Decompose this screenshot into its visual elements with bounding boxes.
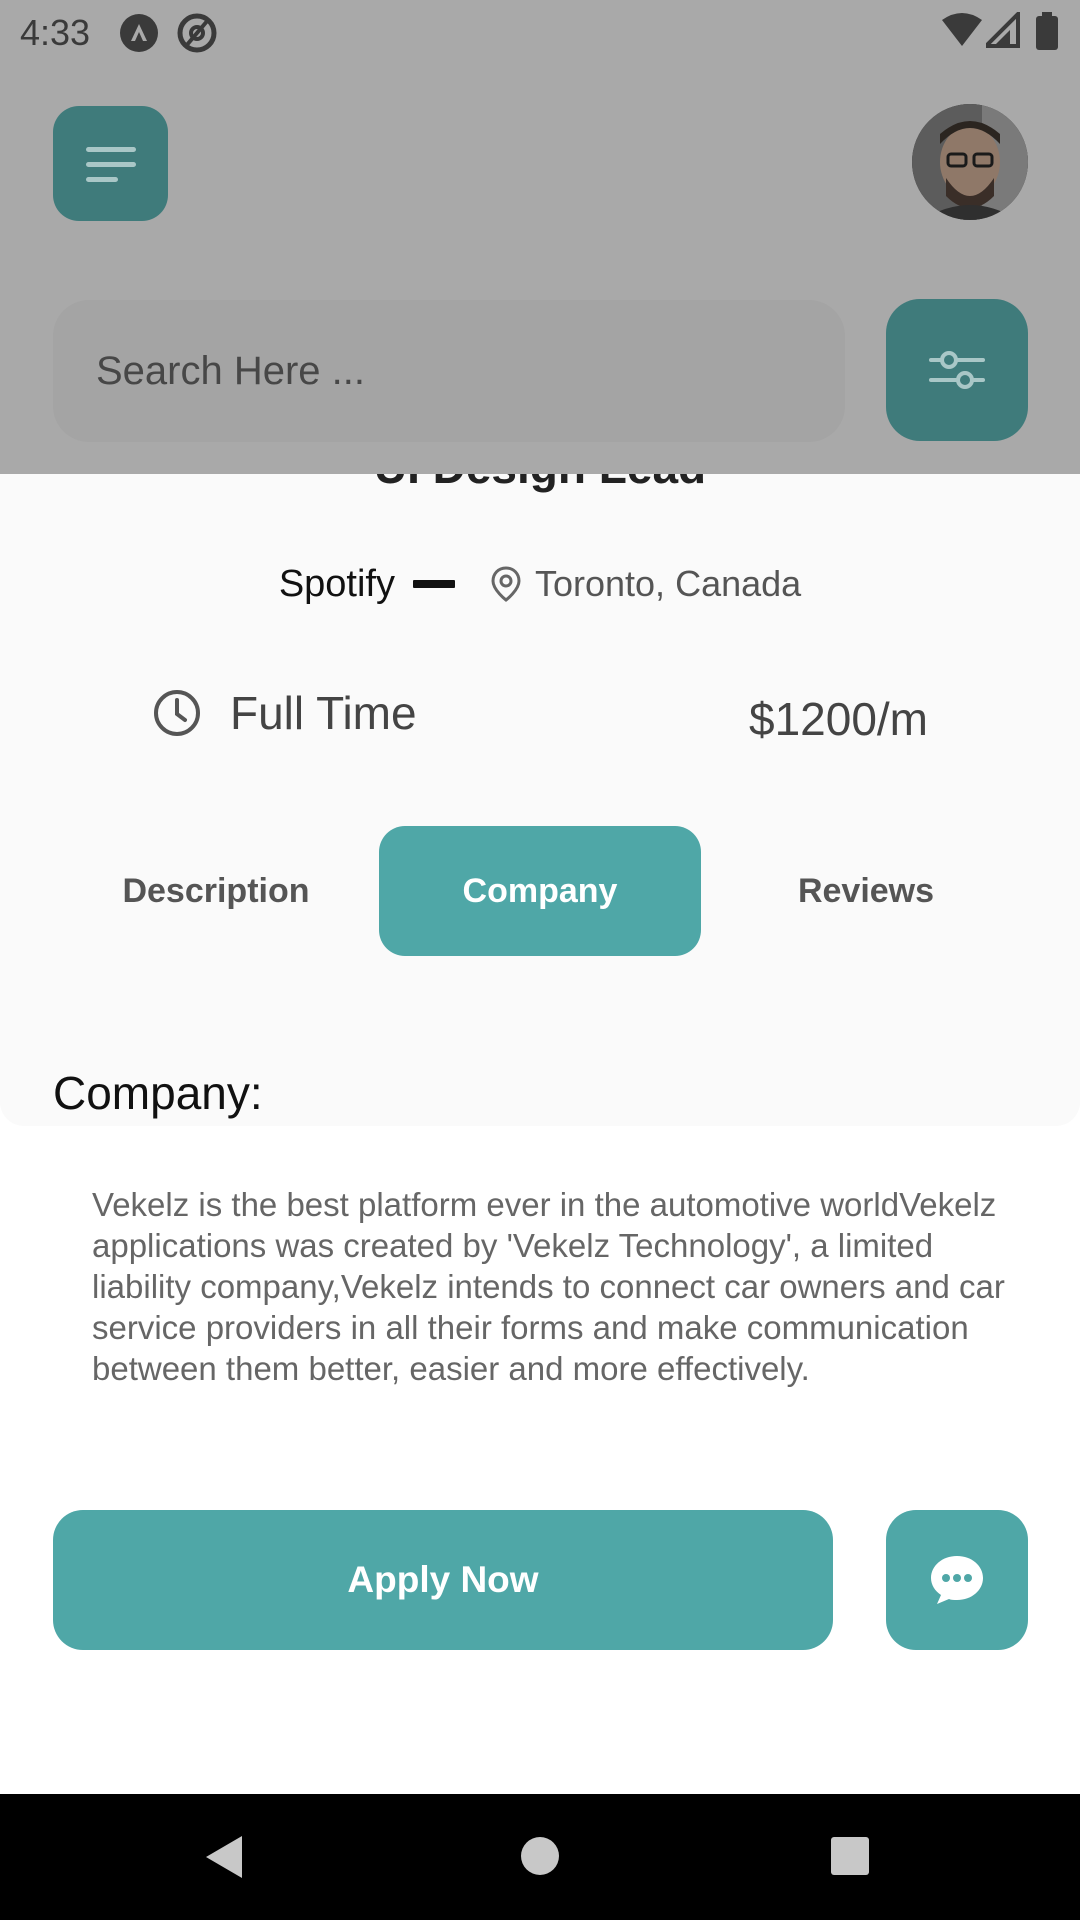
back-icon[interactable] — [204, 1834, 244, 1880]
job-type-label: Full Time — [230, 687, 417, 739]
company-description: Vekelz is the best platform ever in the … — [92, 1186, 1005, 1387]
search-placeholder: Search Here ... — [96, 348, 366, 393]
chat-button[interactable] — [886, 1510, 1028, 1650]
app-notification-icon — [120, 14, 158, 52]
location-pin-icon — [491, 566, 521, 602]
status-bar: 4:33 — [0, 0, 1080, 64]
tab-company[interactable]: Company — [379, 826, 701, 956]
home-icon[interactable] — [520, 1836, 560, 1876]
battery-icon — [1036, 12, 1058, 50]
tab-reviews[interactable]: Reviews — [726, 826, 1006, 956]
signal-icon — [986, 12, 1020, 48]
detail-tabs: Description Company Reviews — [0, 826, 1080, 956]
at-sign-icon — [177, 13, 217, 53]
navigation-bar — [0, 1794, 1080, 1920]
job-location: Toronto, Canada — [534, 563, 802, 604]
menu-icon — [85, 146, 136, 182]
job-detail-card: UI Design Lead Spotify Toronto, Canada F… — [0, 474, 1080, 1126]
tab-description[interactable]: Description — [76, 826, 356, 956]
avatar[interactable] — [912, 104, 1028, 220]
job-title: UI Design Lead — [0, 474, 1080, 494]
filter-button[interactable] — [886, 299, 1028, 441]
filter-sliders-icon — [929, 351, 985, 389]
company-section-heading: Company: — [53, 1067, 263, 1119]
job-type: Full Time — [152, 686, 417, 740]
company-name: Spotify — [278, 562, 395, 605]
salary: $1200/m — [748, 693, 928, 745]
apply-now-button[interactable]: Apply Now — [53, 1510, 833, 1650]
separator-dash — [412, 580, 455, 588]
header: Search Here ... — [0, 64, 1080, 474]
job-meta: Spotify Toronto, Canada — [0, 554, 1080, 614]
status-time: 4:33 — [20, 12, 91, 53]
recents-icon[interactable] — [830, 1836, 870, 1876]
search-input[interactable]: Search Here ... — [53, 300, 845, 442]
clock-icon — [154, 690, 200, 736]
menu-button[interactable] — [53, 106, 168, 221]
wifi-icon — [942, 13, 982, 46]
profile-avatar-image — [912, 104, 1028, 220]
chat-bubble-icon — [931, 1556, 983, 1604]
